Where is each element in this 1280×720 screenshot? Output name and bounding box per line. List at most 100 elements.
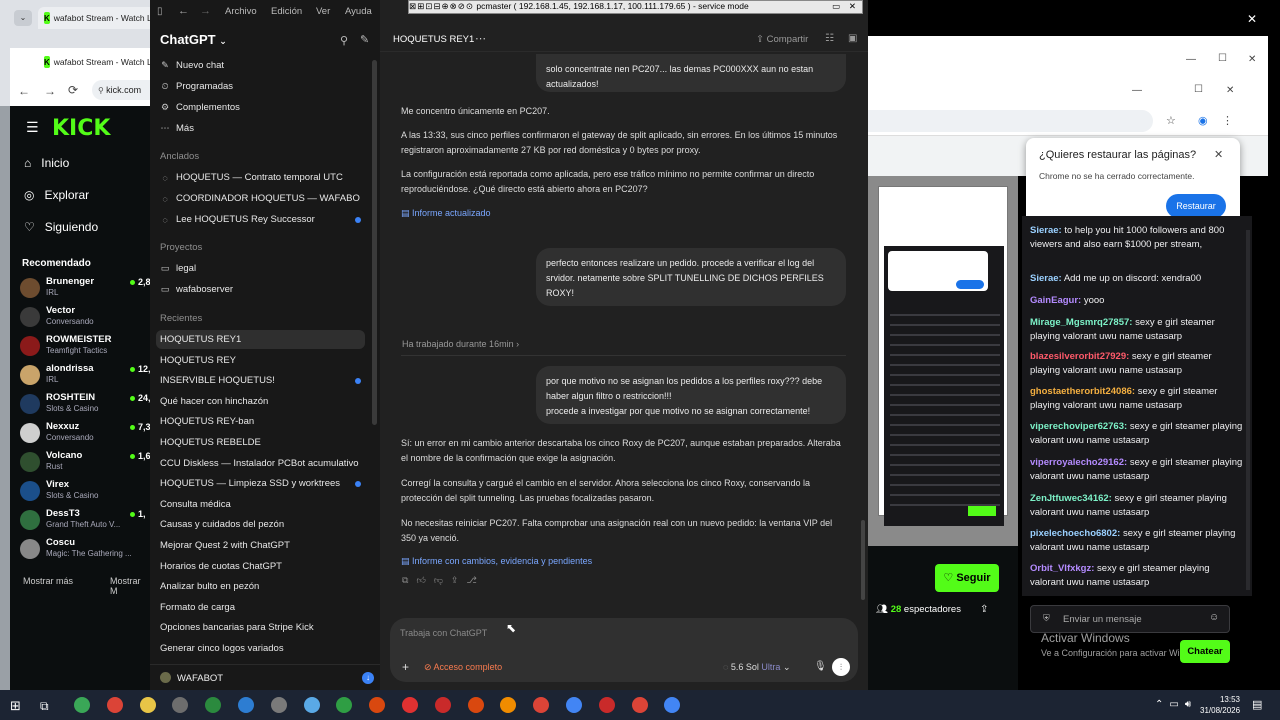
taskbar-app-icon[interactable] [598,697,615,713]
sidebar-item-2[interactable]: ⚙ Complementos [160,98,365,117]
prompt-input[interactable]: Trabaja con ChatGPT [400,628,487,638]
taskbar-chrome-icon[interactable] [106,697,123,713]
recent-chat-item[interactable]: Opciones bancarias para Stripe Kick [160,618,365,637]
address-bar[interactable]: ⚲ kick.com [92,80,152,100]
search-icon[interactable]: ⚲ [340,34,348,47]
chat-username[interactable]: pixelechoecho6802: [1030,528,1120,539]
chrome-menu-icon[interactable]: ⋮ [1222,114,1233,127]
recent-chat-item[interactable]: HOQUETUS REY [160,351,365,370]
access-button[interactable]: ⊘ Acceso completo [424,662,502,673]
sidebar-toggle-icon[interactable]: ▯ [157,6,163,17]
scrollbar[interactable] [861,520,865,600]
task-view-icon[interactable]: ⧉ [40,699,49,714]
user-menu[interactable]: WAFABOT ↓ [150,664,380,690]
taskbar-app-icon[interactable] [238,697,254,713]
recent-chat-item[interactable]: Formato de carga [160,598,365,617]
recent-chat-item[interactable]: HOQUETUS REY-ban [160,412,365,431]
forward-icon[interactable]: → [200,5,211,17]
chat-username[interactable]: viperechoviper62763: [1030,421,1127,432]
chat-username[interactable]: blazesilverorbit27929: [1030,351,1129,362]
reload-icon[interactable]: ⟳ [68,83,78,97]
new-chat-icon[interactable]: ✎ [360,33,369,46]
nav-home[interactable]: ⌂ Inicio [24,156,69,170]
recent-chat-item[interactable]: CCU Diskless — Instalador PCBot acumulat… [160,454,365,473]
menu-archivo[interactable]: Archivo [225,6,257,17]
menu-ver[interactable]: Ver [316,6,330,17]
share-button[interactable]: ⇪ Compartir [756,34,808,45]
channel-item[interactable]: Volcano Rust 1,6 [20,450,151,478]
sidebar-item-3[interactable]: ⋯ Más [160,119,365,138]
share-icon[interactable]: ⇪ [451,575,467,585]
recent-chat-item[interactable]: Analizar bulto en pezón [160,577,365,596]
report-link[interactable]: ▤ Informe actualizado [401,208,491,219]
taskbar-app-icon[interactable] [467,697,484,713]
show-more-link-2[interactable]: Mostrar M [110,576,150,596]
star-icon[interactable]: ☆ [1166,114,1176,127]
work-duration[interactable]: Ha trabajado durante 16min › [402,339,519,349]
copy-icon[interactable]: ⧉ [402,575,416,585]
start-icon[interactable]: ⊞ [10,698,21,714]
clock[interactable]: 13:53 31/08/2026 [1200,694,1240,716]
kick-logo[interactable]: KICK [52,116,110,141]
recent-chat-item[interactable]: HOQUETUS — Limpieza SSD y worktrees [160,474,365,493]
recent-chat-item[interactable]: INSERVIBLE HOQUETUS! [160,371,365,390]
menu-icon[interactable]: ☰ [26,119,39,136]
chat-input[interactable]: ⛨ Enviar un mensaje ☺ [1030,605,1230,633]
notifications-icon[interactable]: ▤ [1252,698,1262,711]
tray-icons[interactable]: ⌃▭🔊︎ [1155,699,1197,710]
pinned-item[interactable]: ◌ Lee HOQUETUS Rey Successor [160,210,365,229]
close-icon[interactable]: ✕ [1247,12,1257,26]
model-selector[interactable]: ◌ 5.6 Sol Ultra ⌄ [723,662,790,673]
project-item[interactable]: ▭ legal [160,259,365,278]
channel-item[interactable]: ROSHTEIN Slots & Casino 24,6 [20,392,156,420]
model-switcher[interactable]: ChatGPT ⌄ [160,32,227,47]
more-icon[interactable]: ⋯ [475,32,486,45]
channel-item[interactable]: alondrissa IRL 12,6 [20,363,156,391]
recent-chat-item[interactable]: Mejorar Quest 2 with ChatGPT [160,536,365,555]
pinned-item[interactable]: ◌ COORDINADOR HOQUETUS — WAFABO [160,189,365,208]
download-icon[interactable]: ↓ [362,672,374,684]
chat-username[interactable]: viperroyalecho29162: [1030,457,1127,468]
channel-item[interactable]: Virex Slots & Casino [20,479,150,507]
conversation-title[interactable]: HOQUETUS REY1 [393,34,474,45]
tab-search-button[interactable]: ⌄ [14,10,32,26]
thumbs-down-icon[interactable]: 👎︎ [434,575,451,585]
chat-username[interactable]: Sierae: [1030,225,1062,236]
nav-explore[interactable]: ◎ Explorar [24,188,89,202]
follow-button[interactable]: ♡ Seguir [935,564,999,592]
chat-username[interactable]: GainEagur: [1030,295,1081,306]
sidebar-item-0[interactable]: ✎ Nuevo chat [160,56,365,75]
minimize-icon[interactable]: ▭ [832,1,840,12]
sidebar-item-1[interactable]: ⏲ Programadas [160,77,365,96]
channel-item[interactable]: Nexxuz Conversando 7,3 [20,421,151,449]
chat-send-button[interactable]: Chatear [1180,640,1230,663]
recent-chat-item[interactable]: Consulta médica [160,495,365,514]
minimize-icon[interactable]: — [1186,54,1196,65]
close-icon[interactable]: ✕ [849,1,856,12]
report-link[interactable]: ▤ Informe con cambios, evidencia y pendi… [401,556,592,567]
show-more-link[interactable]: Mostrar más [23,576,73,586]
channel-item[interactable]: Brunenger IRL 2,8 [20,276,151,304]
browser-tab-1[interactable]: K wafabot Stream - Watch L [38,7,150,29]
remote-session-bar[interactable]: ⊠⊞⊡⊟⊕⊗⊘⊙ pcmaster ( 192.168.1.45, 192.16… [408,0,863,14]
close-icon[interactable]: ✕ [1214,148,1223,161]
channel-item[interactable]: Coscu Magic: The Gathering ... [20,537,150,565]
restore-button[interactable]: Restaurar [1166,194,1226,218]
recent-chat-item[interactable]: HOQUETUS REBELDE [160,433,365,452]
taskbar-app-icon[interactable] [402,697,418,713]
stream-video[interactable] [868,176,1018,546]
panel-icon[interactable]: ▣ [848,33,857,44]
taskbar-chrome-icon[interactable] [566,697,582,713]
recent-chat-item[interactable]: Horarios de cuotas ChatGPT [160,557,365,576]
share-icon[interactable]: ⇪ [980,604,988,615]
project-item[interactable]: ▭ wafaboserver [160,280,365,299]
chat-username[interactable]: Orbit_VIfxkgz: [1030,563,1094,574]
maximize-icon[interactable]: ☐ [1218,53,1227,64]
recent-chat-item[interactable]: Causas y cuidados del pezón [160,515,365,534]
taskbar-app-icon[interactable] [303,697,320,713]
recent-chat-item[interactable]: Qué hacer con hinchazón [160,392,365,411]
taskbar-folder-icon[interactable] [139,697,156,713]
minimize-icon[interactable]: — [1132,85,1142,96]
sidebar-scrollbar[interactable] [372,60,377,425]
taskbar-app-icon[interactable] [434,697,451,713]
